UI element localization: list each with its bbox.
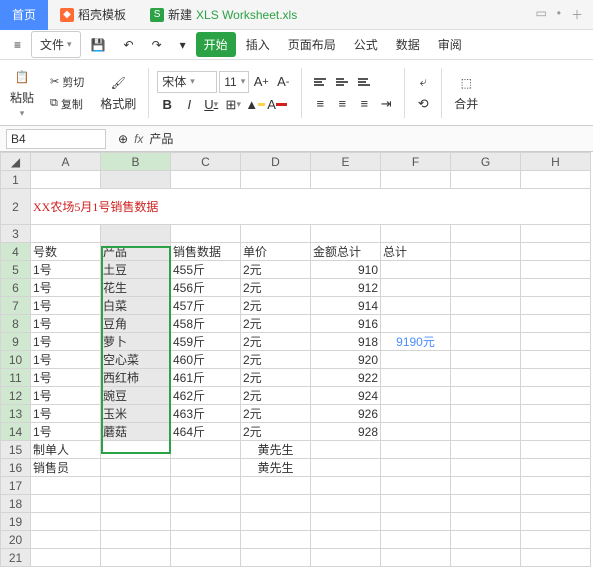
menu-hamburger[interactable]: ≡ <box>6 34 29 56</box>
name-box[interactable]: B4 <box>6 129 106 149</box>
title-cell[interactable]: XX农场5月1号销售数据 <box>31 189 591 225</box>
chevron-down-icon: ▾ <box>67 39 72 50</box>
italic-button[interactable]: I <box>179 95 199 115</box>
row-header[interactable]: 10 <box>1 351 31 369</box>
menu-undo-icon[interactable]: ↶ <box>116 34 142 56</box>
row-header[interactable]: 2 <box>1 189 31 225</box>
row-header[interactable]: 12 <box>1 387 31 405</box>
sheet-icon: S <box>150 8 164 22</box>
tab-template[interactable]: ◆ 稻壳模板 <box>48 0 138 30</box>
align-top-button[interactable] <box>310 72 330 92</box>
col-header-d[interactable]: D <box>241 153 311 171</box>
align-left-button[interactable]: ≡ <box>310 94 330 114</box>
col-header-f[interactable]: F <box>381 153 451 171</box>
menu-redo-icon[interactable]: ↷ <box>144 34 170 56</box>
scissors-icon: ✂ <box>50 75 59 88</box>
row-header[interactable]: 3 <box>1 225 31 243</box>
col-header-a[interactable]: A <box>31 153 101 171</box>
row-header[interactable]: 5 <box>1 261 31 279</box>
row-header[interactable]: 9 <box>1 333 31 351</box>
font-size-select[interactable]: 11▾ <box>219 71 249 93</box>
row-header[interactable]: 19 <box>1 513 31 531</box>
cell[interactable]: 金额总计 <box>311 243 381 261</box>
menu-save-icon[interactable]: 💾 <box>83 34 114 56</box>
row-header[interactable]: 8 <box>1 315 31 333</box>
menu-begin[interactable]: 开始 <box>196 32 236 57</box>
col-header-h[interactable]: H <box>521 153 591 171</box>
tab-home[interactable]: 首页 <box>0 0 48 30</box>
tab-workbook[interactable]: S 新建 XLS Worksheet.xls <box>138 0 309 30</box>
menu-layout[interactable]: 页面布局 <box>280 32 344 57</box>
cut-button[interactable]: ✂剪切 <box>46 72 88 92</box>
merge-button[interactable]: ⬚ 合并 <box>450 71 482 114</box>
menu-formula[interactable]: 公式 <box>346 32 386 57</box>
menu-file[interactable]: 文件▾ <box>31 31 81 58</box>
tab-add-icon[interactable]: ＋ <box>571 6 583 23</box>
row-header[interactable]: 17 <box>1 477 31 495</box>
ribbon-toolbar: 📋 粘贴▾ ✂剪切 ⧉复制 🖌 格式刷 宋体▾ 11▾ A+ A- B I U▾… <box>0 60 593 126</box>
grid[interactable]: ◢ A B C D E F G H 1 2XX农场5月1号销售数据 3 4 号数… <box>0 152 591 567</box>
menu-more-icon[interactable]: ▾ <box>172 34 194 56</box>
tab-menu-icon[interactable]: ▭ <box>535 6 546 23</box>
tabs-controls: ▭ • ＋ <box>535 6 593 23</box>
col-header-e[interactable]: E <box>311 153 381 171</box>
copy-button[interactable]: ⧉复制 <box>46 94 88 114</box>
border-button[interactable]: ⊞▾ <box>223 95 243 115</box>
indent-button[interactable]: ⇥ <box>376 94 396 114</box>
fx-label: fx <box>134 132 143 146</box>
cell[interactable]: 单价 <box>241 243 311 261</box>
menu-data[interactable]: 数据 <box>388 32 428 57</box>
row-header[interactable]: 6 <box>1 279 31 297</box>
cell[interactable]: 总计 <box>381 243 451 261</box>
decrease-font-button[interactable]: A- <box>273 72 293 92</box>
row-header[interactable]: 18 <box>1 495 31 513</box>
row-header[interactable]: 13 <box>1 405 31 423</box>
fx-insert-icon[interactable]: ⊕ <box>118 132 128 146</box>
row-header[interactable]: 14 <box>1 423 31 441</box>
align-center-button[interactable]: ≡ <box>332 94 352 114</box>
paste-button[interactable]: 📋 粘贴▾ <box>6 65 38 121</box>
fill-color-button[interactable]: ▲ <box>245 95 265 115</box>
menu-bar: ≡ 文件▾ 💾 ↶ ↷ ▾ 开始 插入 页面布局 公式 数据 审阅 <box>0 30 593 60</box>
spreadsheet[interactable]: ◢ A B C D E F G H 1 2XX农场5月1号销售数据 3 4 号数… <box>0 152 593 567</box>
wrap-button[interactable]: ⤶ <box>413 72 433 92</box>
select-all-corner[interactable]: ◢ <box>1 153 31 171</box>
row-header[interactable]: 21 <box>1 549 31 567</box>
align-bottom-button[interactable] <box>354 72 374 92</box>
col-header-g[interactable]: G <box>451 153 521 171</box>
copy-icon: ⧉ <box>50 97 58 110</box>
cell[interactable]: 销售数据 <box>171 243 241 261</box>
merge-icon: ⬚ <box>456 73 476 93</box>
col-header-c[interactable]: C <box>171 153 241 171</box>
cell[interactable]: 号数 <box>31 243 101 261</box>
menu-insert[interactable]: 插入 <box>238 32 278 57</box>
orientation-button[interactable]: ⟲ <box>413 94 433 114</box>
cell[interactable]: 产品 <box>101 243 171 261</box>
increase-font-button[interactable]: A+ <box>251 72 271 92</box>
row-header[interactable]: 1 <box>1 171 31 189</box>
clipboard-icon: 📋 <box>12 67 32 87</box>
menu-review[interactable]: 审阅 <box>430 32 470 57</box>
align-right-button[interactable]: ≡ <box>354 94 374 114</box>
align-middle-button[interactable] <box>332 72 352 92</box>
document-tabs: 首页 ◆ 稻壳模板 S 新建 XLS Worksheet.xls ▭ • ＋ <box>0 0 593 30</box>
bucket-icon: ▲ <box>245 97 258 112</box>
tab-dropdown-icon[interactable]: • <box>557 6 561 23</box>
row-header[interactable]: 20 <box>1 531 31 549</box>
row-header[interactable]: 11 <box>1 369 31 387</box>
font-family-select[interactable]: 宋体▾ <box>157 71 217 93</box>
format-painter-button[interactable]: 🖌 格式刷 <box>96 71 140 114</box>
row-header[interactable]: 7 <box>1 297 31 315</box>
bold-button[interactable]: B <box>157 95 177 115</box>
brush-icon: 🖌 <box>108 73 128 93</box>
row-header[interactable]: 4 <box>1 243 31 261</box>
row-header[interactable]: 16 <box>1 459 31 477</box>
fire-icon: ◆ <box>60 8 74 22</box>
formula-bar: B4 ⊕ fx 产品 <box>0 126 593 152</box>
font-color-button[interactable]: A <box>267 95 287 115</box>
underline-button[interactable]: U▾ <box>201 95 221 115</box>
row-header[interactable]: 15 <box>1 441 31 459</box>
formula-input[interactable]: 产品 <box>149 130 173 147</box>
col-header-b[interactable]: B <box>101 153 171 171</box>
